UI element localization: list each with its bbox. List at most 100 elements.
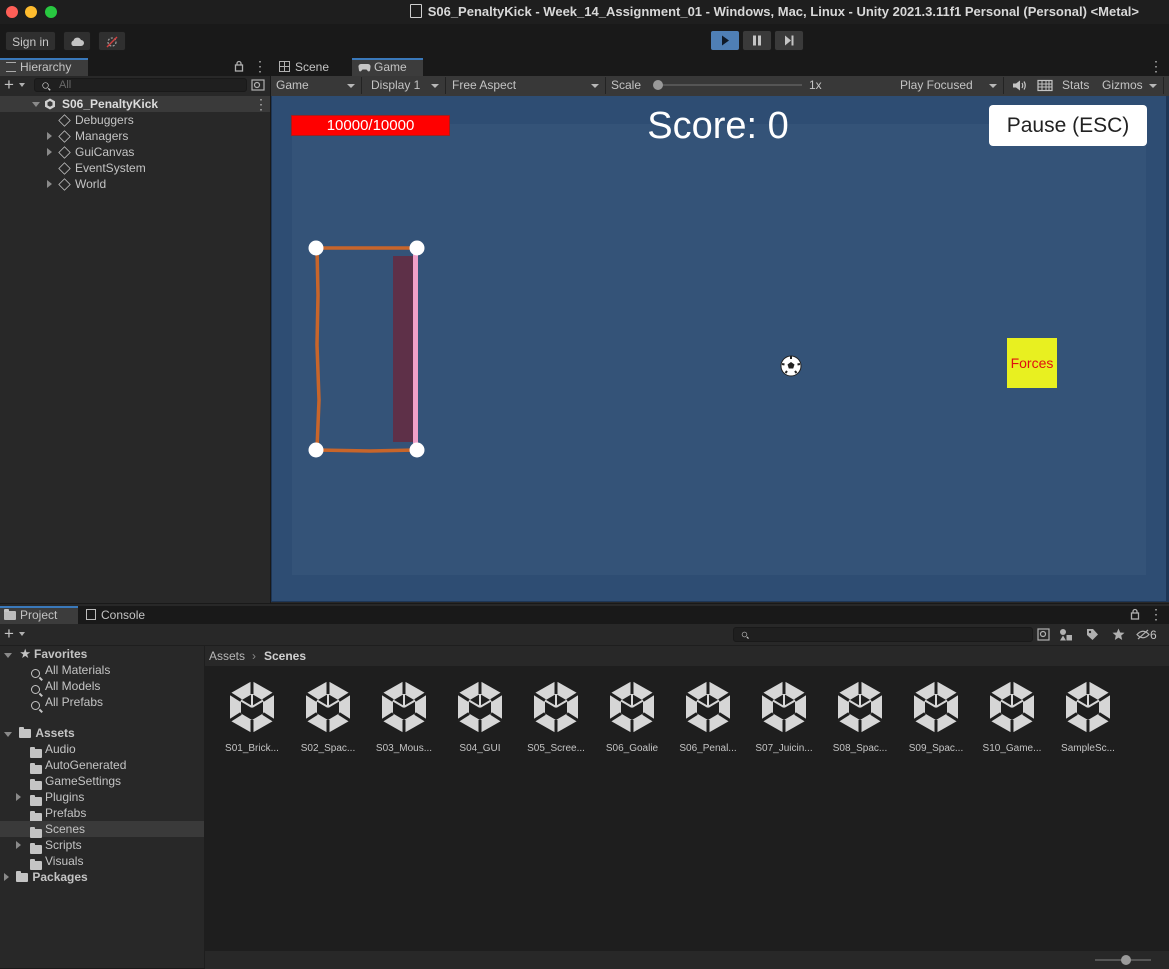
- project-search-input[interactable]: [733, 627, 1033, 642]
- scene-asset[interactable]: S06_Penal...: [673, 679, 743, 754]
- expand-arrow-icon[interactable]: [47, 132, 52, 140]
- collab-button[interactable]: [98, 31, 126, 51]
- hierarchy-item[interactable]: World: [0, 176, 270, 192]
- cloud-button[interactable]: [63, 31, 91, 51]
- step-button[interactable]: [774, 30, 804, 51]
- stats-grid-icon[interactable]: [1037, 79, 1053, 92]
- project-menu-icon[interactable]: ⋮: [1149, 606, 1163, 622]
- tab-game[interactable]: Game: [352, 58, 423, 76]
- add-dropdown-icon[interactable]: [19, 83, 25, 87]
- breadcrumb-scenes[interactable]: Scenes: [264, 648, 306, 664]
- create-dropdown-icon[interactable]: [19, 632, 25, 636]
- asset-folder[interactable]: Scenes: [0, 821, 204, 838]
- asset-folder-label: Visuals: [45, 854, 84, 868]
- hierarchy-item[interactable]: Managers: [0, 128, 270, 144]
- hierarchy-item[interactable]: Debuggers: [0, 112, 270, 128]
- scene-asset[interactable]: S01_Brick...: [217, 679, 287, 754]
- scale-slider[interactable]: [653, 80, 802, 90]
- expand-arrow-icon[interactable]: [4, 873, 9, 881]
- scene-asset[interactable]: S04_GUI: [445, 679, 515, 754]
- search-icon: [31, 701, 40, 710]
- tab-project[interactable]: Project: [0, 606, 78, 624]
- assets-header[interactable]: Assets: [0, 725, 204, 741]
- scene-asset[interactable]: S08_Spac...: [825, 679, 895, 754]
- favorite-item[interactable]: All Models: [0, 678, 204, 694]
- gizmos-dropdown[interactable]: Gizmos: [1098, 77, 1164, 94]
- goal-post-top-left[interactable]: [308, 240, 324, 256]
- label-filter-icon[interactable]: [1086, 628, 1099, 641]
- hierarchy-item[interactable]: GuiCanvas: [0, 144, 270, 160]
- favorites-header[interactable]: ★ Favorites: [0, 646, 204, 662]
- icon-size-slider-thumb[interactable]: [1121, 955, 1131, 965]
- scene-asset[interactable]: S06_Goalie: [597, 679, 667, 754]
- asset-folder[interactable]: GameSettings: [0, 773, 204, 790]
- play-focused-dropdown[interactable]: Play Focused: [896, 77, 1004, 94]
- scene-asset[interactable]: S10_Game...: [977, 679, 1047, 754]
- audio-mute-icon[interactable]: [1011, 79, 1027, 92]
- asset-folder[interactable]: Audio: [0, 741, 204, 758]
- asset-folder[interactable]: AutoGenerated: [0, 757, 204, 774]
- hierarchy-item[interactable]: EventSystem: [0, 160, 270, 176]
- asset-folder[interactable]: Prefabs: [0, 805, 204, 822]
- asset-folder[interactable]: Scripts: [0, 837, 204, 854]
- asset-folder[interactable]: Visuals: [0, 853, 204, 870]
- search-placeholder: All: [59, 79, 72, 91]
- scene-asset[interactable]: SampleSc...: [1053, 679, 1123, 754]
- expand-arrow-icon[interactable]: [16, 793, 21, 801]
- star-icon[interactable]: [1112, 628, 1125, 641]
- favorite-item[interactable]: All Materials: [0, 662, 204, 678]
- goal-post-bottom-left[interactable]: [308, 442, 324, 458]
- icon-size-slider[interactable]: [1095, 955, 1151, 965]
- minimize-window-button[interactable]: [25, 6, 37, 18]
- forces-button[interactable]: Forces: [1007, 338, 1057, 388]
- stats-button[interactable]: Stats: [1062, 77, 1089, 94]
- window-title-text: S06_PenaltyKick - Week_14_Assignment_01 …: [427, 4, 1139, 19]
- type-filter-icon[interactable]: [1059, 628, 1073, 641]
- search-filter-icon[interactable]: [1037, 628, 1050, 641]
- favorite-item[interactable]: All Prefabs: [0, 694, 204, 710]
- tab-hierarchy[interactable]: Hierarchy: [0, 58, 88, 76]
- hierarchy-search-input[interactable]: All: [34, 78, 247, 92]
- expand-arrow-icon[interactable]: [47, 148, 52, 156]
- aspect-dropdown[interactable]: Free Aspect: [448, 77, 606, 94]
- hierarchy-menu-icon[interactable]: ⋮: [253, 58, 267, 74]
- display-dropdown[interactable]: Display 1: [367, 77, 446, 94]
- soccer-ball[interactable]: [780, 355, 802, 377]
- packages-header[interactable]: Packages: [0, 869, 204, 885]
- view-menu-icon[interactable]: ⋮: [1149, 58, 1163, 74]
- expand-arrow-icon[interactable]: [47, 180, 52, 188]
- expand-arrow-icon[interactable]: [16, 841, 21, 849]
- scene-menu-icon[interactable]: ⋮: [254, 96, 268, 112]
- add-icon[interactable]: +: [4, 76, 14, 93]
- unity-scene-icon: [910, 679, 962, 735]
- collapse-arrow-icon[interactable]: [4, 732, 12, 737]
- hidden-packages-toggle[interactable]: 6: [1136, 627, 1157, 643]
- asset-folder[interactable]: Plugins: [0, 789, 204, 806]
- breadcrumb-assets[interactable]: Assets: [209, 648, 245, 664]
- pause-play-button[interactable]: [742, 30, 772, 51]
- goal-post-bottom-right[interactable]: [409, 442, 425, 458]
- pause-button[interactable]: Pause (ESC): [989, 105, 1147, 146]
- scene-visibility-icon[interactable]: [251, 79, 265, 91]
- tab-console[interactable]: Console: [82, 606, 160, 624]
- create-icon[interactable]: +: [4, 625, 14, 642]
- game-mode-dropdown[interactable]: Game: [272, 77, 362, 94]
- sign-in-button[interactable]: Sign in: [5, 31, 56, 51]
- scene-asset[interactable]: S09_Spac...: [901, 679, 971, 754]
- scene-asset[interactable]: S02_Spac...: [293, 679, 363, 754]
- scene-asset[interactable]: S07_Juicin...: [749, 679, 819, 754]
- scene-asset[interactable]: S03_Mous...: [369, 679, 439, 754]
- goal-post-top-right[interactable]: [409, 240, 425, 256]
- tab-scene[interactable]: Scene: [275, 58, 351, 76]
- lock-icon[interactable]: [234, 60, 244, 72]
- collapse-arrow-icon[interactable]: [32, 102, 40, 107]
- hierarchy-scene-row[interactable]: S06_PenaltyKick ⋮: [0, 96, 270, 112]
- zoom-window-button[interactable]: [45, 6, 57, 18]
- play-button[interactable]: [710, 30, 740, 51]
- scene-asset[interactable]: S05_Scree...: [521, 679, 591, 754]
- collapse-arrow-icon[interactable]: [4, 653, 12, 658]
- close-window-button[interactable]: [6, 6, 18, 18]
- goal-line: [413, 249, 418, 451]
- lock-icon[interactable]: [1130, 608, 1140, 620]
- scale-slider-thumb[interactable]: [653, 80, 663, 90]
